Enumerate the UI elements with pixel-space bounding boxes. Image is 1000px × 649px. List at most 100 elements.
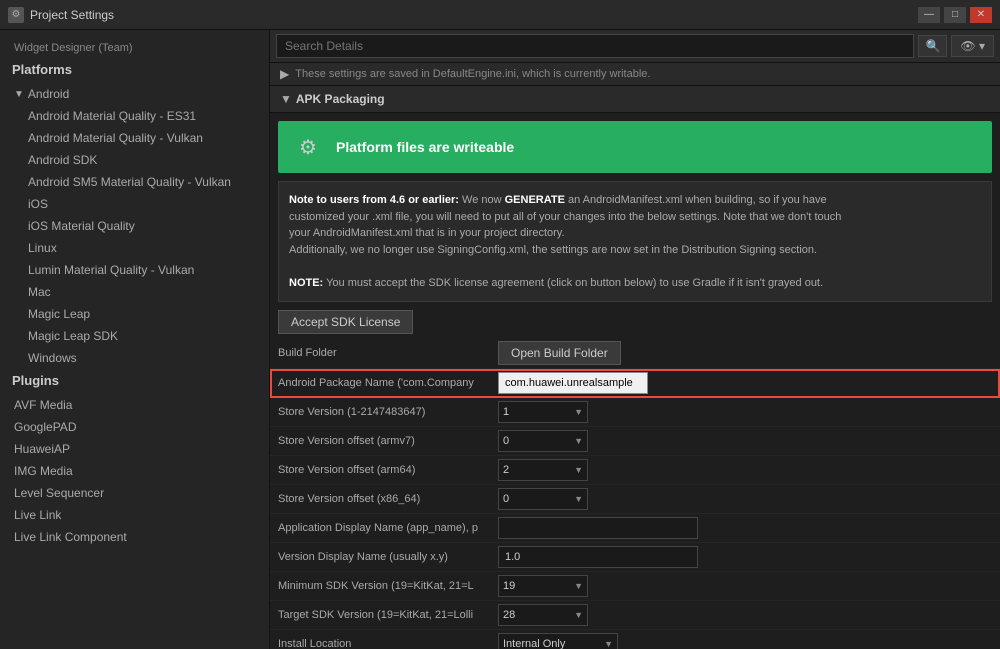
sidebar-item-android-vulkan[interactable]: Android Material Quality - Vulkan <box>0 127 269 149</box>
arm64-dropdown[interactable]: 2 ▼ <box>498 459 588 481</box>
install-location-value: Internal Only <box>503 638 600 649</box>
setting-value-install-location: Internal Only ▼ <box>498 633 992 649</box>
sdk-row: Accept SDK License <box>278 310 992 334</box>
sidebar-item-magic-leap-sdk[interactable]: Magic Leap SDK <box>0 325 269 347</box>
note-line1: Note to users from 4.6 or earlier: We no… <box>289 192 981 209</box>
sidebar-item-ios-quality[interactable]: iOS Material Quality <box>0 215 269 237</box>
note-line3: your AndroidManifest.xml that is in your… <box>289 225 981 242</box>
eye-button[interactable]: 👁 ▾ <box>951 35 994 57</box>
setting-row-build-folder: Build Folder Open Build Folder <box>270 338 1000 369</box>
content-scroll: ▼ APK Packaging ⚙ Platform files are wri… <box>270 86 1000 649</box>
setting-value-target-sdk: 28 ▼ <box>498 604 992 626</box>
sidebar-item-live-link-component[interactable]: Live Link Component <box>0 526 269 548</box>
version-display-input[interactable] <box>498 546 698 568</box>
setting-value-x86-64: 0 ▼ <box>498 488 992 510</box>
info-icon: ▶ <box>280 67 289 81</box>
sidebar-item-live-link[interactable]: Live Link <box>0 504 269 526</box>
content-area: 🔍 👁 ▾ ▶ These settings are saved in Defa… <box>270 30 1000 649</box>
open-build-folder-button[interactable]: Open Build Folder <box>498 341 621 365</box>
writeable-banner: ⚙ Platform files are writeable <box>278 121 992 173</box>
setting-label-display-name: Application Display Name (app_name), p <box>278 522 498 534</box>
info-bar: ▶ These settings are saved in DefaultEng… <box>270 63 1000 86</box>
target-sdk-value: 28 <box>503 609 570 621</box>
sidebar-item-android-sm5[interactable]: Android SM5 Material Quality - Vulkan <box>0 171 269 193</box>
chevron-down-icon: ▼ <box>574 494 583 504</box>
window-title: Project Settings <box>30 8 918 22</box>
maximize-button[interactable]: □ <box>944 7 966 23</box>
display-name-input[interactable] <box>498 517 698 539</box>
settings-table: Build Folder Open Build Folder Android P… <box>270 338 1000 649</box>
search-button[interactable]: 🔍 <box>918 35 947 57</box>
armv7-value: 0 <box>503 435 570 447</box>
setting-row-version-display: Version Display Name (usually x.y) <box>270 543 1000 572</box>
setting-label-version-display: Version Display Name (usually x.y) <box>278 551 498 563</box>
store-version-value: 1 <box>503 406 570 418</box>
chevron-down-icon: ▼ <box>574 436 583 446</box>
setting-row-min-sdk: Minimum SDK Version (19=KitKat, 21=L 19 … <box>270 572 1000 601</box>
info-bar-text: These settings are saved in DefaultEngin… <box>295 68 650 80</box>
setting-value-min-sdk: 19 ▼ <box>498 575 992 597</box>
accept-sdk-button[interactable]: Accept SDK License <box>278 310 413 334</box>
sidebar-item-linux[interactable]: Linux <box>0 237 269 259</box>
setting-row-display-name: Application Display Name (app_name), p <box>270 514 1000 543</box>
note-line5: NOTE: You must accept the SDK license ag… <box>289 275 981 292</box>
setting-value-armv7: 0 ▼ <box>498 430 992 452</box>
setting-row-install-location: Install Location Internal Only ▼ <box>270 630 1000 649</box>
setting-label-store-version: Store Version (1-2147483647) <box>278 406 498 418</box>
armv7-dropdown[interactable]: 0 ▼ <box>498 430 588 452</box>
x86-64-value: 0 <box>503 493 570 505</box>
note-line2: customized your .xml file, you will need… <box>289 209 981 226</box>
setting-label-target-sdk: Target SDK Version (19=KitKat, 21=Lolli <box>278 609 498 621</box>
setting-row-x86-64: Store Version offset (x86_64) 0 ▼ <box>270 485 1000 514</box>
writeable-text: Platform files are writeable <box>336 139 514 155</box>
setting-value-build-folder: Open Build Folder <box>498 341 992 365</box>
x86-64-dropdown[interactable]: 0 ▼ <box>498 488 588 510</box>
sidebar-item-android[interactable]: ▼ Android <box>0 83 269 105</box>
search-input[interactable] <box>276 34 914 58</box>
title-bar: ⚙ Project Settings — □ ✕ <box>0 0 1000 30</box>
setting-label-package-name: Android Package Name ('com.Company <box>278 377 498 389</box>
sidebar-item-android-es31[interactable]: Android Material Quality - ES31 <box>0 105 269 127</box>
setting-row-package-name: Android Package Name ('com.Company <box>270 369 1000 398</box>
chevron-down-icon: ▼ <box>574 610 583 620</box>
target-sdk-dropdown[interactable]: 28 ▼ <box>498 604 588 626</box>
install-location-dropdown[interactable]: Internal Only ▼ <box>498 633 618 649</box>
sidebar-item-img-media[interactable]: IMG Media <box>0 460 269 482</box>
chevron-down-icon: ▼ <box>604 639 613 649</box>
sidebar-item-magic-leap[interactable]: Magic Leap <box>0 303 269 325</box>
minimize-button[interactable]: — <box>918 7 940 23</box>
sidebar-item-huaweiap[interactable]: HuaweiAP <box>0 438 269 460</box>
section-header-apk: ▼ APK Packaging <box>270 86 1000 113</box>
setting-value-version-display <box>498 546 992 568</box>
store-version-dropdown[interactable]: 1 ▼ <box>498 401 588 423</box>
sidebar-item-lumin[interactable]: Lumin Material Quality - Vulkan <box>0 259 269 281</box>
sidebar-item-level-sequencer[interactable]: Level Sequencer <box>0 482 269 504</box>
setting-label-arm64: Store Version offset (arm64) <box>278 464 498 476</box>
writeable-icon: ⚙ <box>290 129 326 165</box>
package-name-input[interactable] <box>498 372 648 394</box>
chevron-down-icon: ▼ <box>574 581 583 591</box>
sidebar-section-platforms: Platforms <box>0 58 269 83</box>
section-title: APK Packaging <box>296 92 385 106</box>
min-sdk-dropdown[interactable]: 19 ▼ <box>498 575 588 597</box>
sidebar: Widget Designer (Team) Platforms ▼ Andro… <box>0 30 270 649</box>
setting-value-package-name <box>498 372 992 394</box>
setting-label-build-folder: Build Folder <box>278 347 498 359</box>
close-button[interactable]: ✕ <box>970 7 992 23</box>
sidebar-item-widget-designer[interactable]: Widget Designer (Team) <box>0 38 269 58</box>
main-layout: Widget Designer (Team) Platforms ▼ Andro… <box>0 30 1000 649</box>
min-sdk-value: 19 <box>503 580 570 592</box>
setting-label-install-location: Install Location <box>278 638 498 649</box>
search-bar: 🔍 👁 ▾ <box>270 30 1000 63</box>
sidebar-item-mac[interactable]: Mac <box>0 281 269 303</box>
chevron-down-icon: ▼ <box>574 407 583 417</box>
sidebar-item-googlepad[interactable]: GooglePAD <box>0 416 269 438</box>
sidebar-item-avf-media[interactable]: AVF Media <box>0 394 269 416</box>
sidebar-item-windows[interactable]: Windows <box>0 347 269 369</box>
note-box: Note to users from 4.6 or earlier: We no… <box>278 181 992 302</box>
setting-row-store-version: Store Version (1-2147483647) 1 ▼ <box>270 398 1000 427</box>
note-line4: Additionally, we no longer use SigningCo… <box>289 242 981 259</box>
sidebar-item-android-sdk[interactable]: Android SDK <box>0 149 269 171</box>
setting-value-display-name <box>498 517 992 539</box>
sidebar-item-ios[interactable]: iOS <box>0 193 269 215</box>
